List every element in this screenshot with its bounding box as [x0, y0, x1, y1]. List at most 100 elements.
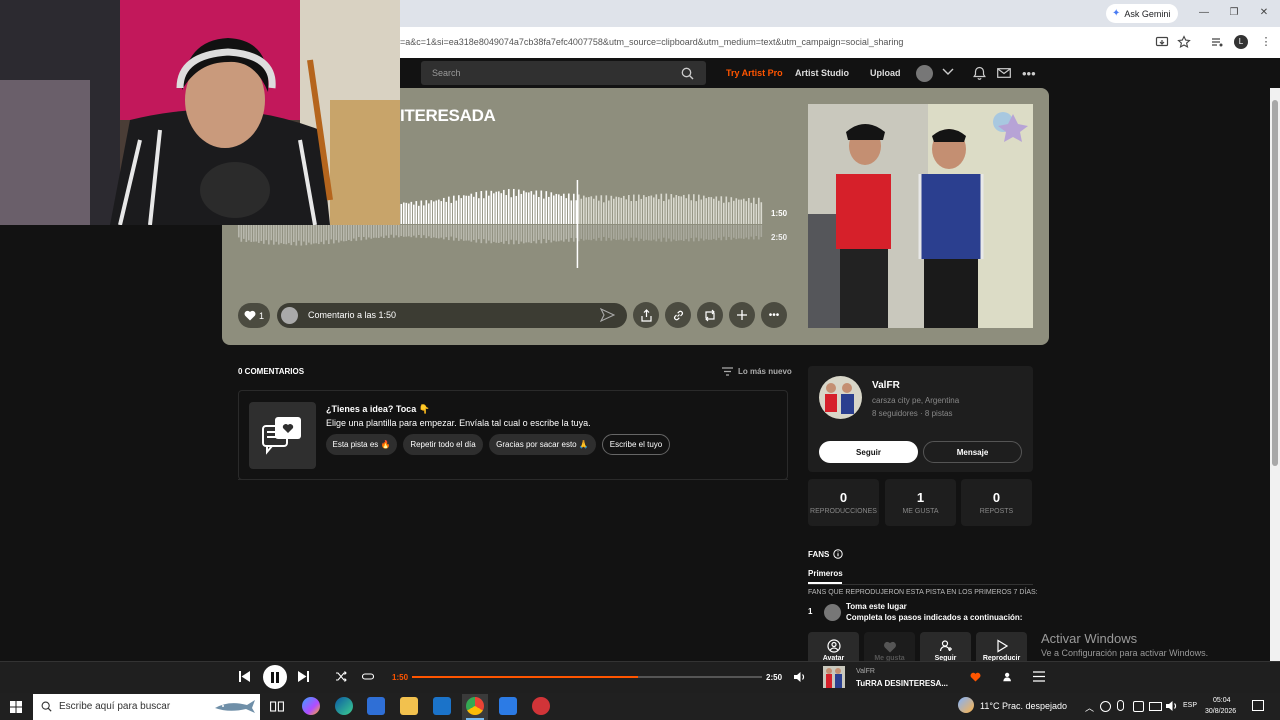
waveform-bar-reflection	[365, 225, 368, 240]
shuffle-icon[interactable]	[335, 671, 347, 682]
waveform-bar-reflection	[753, 225, 755, 240]
input-language[interactable]: ESP	[1183, 702, 1197, 709]
repeat-icon[interactable]	[362, 671, 374, 682]
waveform-bar	[540, 190, 543, 224]
artist-name[interactable]: ValFR	[872, 380, 900, 391]
waveform-bar	[418, 205, 420, 224]
camera-privacy-icon[interactable]	[1133, 701, 1144, 712]
install-app-icon[interactable]	[1155, 35, 1169, 49]
waveform-bar	[498, 191, 500, 224]
add-to-playlist-button[interactable]	[729, 302, 755, 328]
messages-mail-icon[interactable]	[997, 68, 1011, 78]
write-your-own-chip[interactable]: Escribe el tuyo	[602, 434, 670, 455]
clock-time[interactable]: 05:04	[1213, 697, 1231, 704]
close-window-button[interactable]: ✕	[1257, 6, 1271, 20]
windows-start-icon[interactable]	[10, 701, 22, 713]
more-menu-icon[interactable]: •••	[1022, 66, 1036, 81]
previous-track-icon[interactable]	[238, 670, 251, 683]
send-comment-icon[interactable]	[600, 308, 615, 322]
ask-gemini-button[interactable]: ✦ Ask Gemini	[1106, 4, 1179, 23]
sort-comments-button[interactable]: Lo más nuevo	[722, 367, 792, 376]
player-like-icon[interactable]	[970, 672, 981, 682]
notifications-bell-icon[interactable]	[973, 66, 986, 80]
message-button[interactable]: Mensaje	[923, 441, 1022, 463]
waveform-bar	[508, 189, 510, 224]
player-current-time: 1:50	[392, 673, 409, 682]
repost-button[interactable]	[697, 302, 723, 328]
chrome-browser-icon[interactable]	[466, 697, 484, 715]
try-artist-pro-link[interactable]: Try Artist Pro	[726, 68, 783, 78]
weather-icon[interactable]	[958, 697, 974, 713]
task-view-icon[interactable]	[270, 700, 284, 713]
url-text[interactable]: =a&c=1&si=ea318e8049074a7cb38fa7efc40077…	[400, 37, 903, 47]
like-button[interactable]: 1	[238, 303, 270, 328]
template-chip-thanks[interactable]: Gracias por sacar esto 🙏	[489, 434, 596, 455]
step-like-tile[interactable]: Me gusta	[864, 632, 915, 662]
scrollbar-thumb[interactable]	[1272, 100, 1278, 466]
restore-window-button[interactable]: ❐	[1227, 6, 1241, 20]
clock-date[interactable]: 30/8/2026	[1205, 708, 1236, 715]
artist-avatar[interactable]	[819, 376, 862, 419]
show-hidden-icons-chevron-icon[interactable]: ︿	[1085, 701, 1094, 714]
step-follow-tile[interactable]: Seguir	[920, 632, 971, 662]
player-artist[interactable]: ValFR	[856, 668, 875, 675]
waveform-bar-reflection	[500, 225, 503, 242]
waveform-bar	[695, 201, 698, 224]
more-options-button[interactable]: •••	[761, 302, 787, 328]
player-artwork[interactable]	[823, 666, 845, 688]
browser-menu-icon[interactable]: ⋮	[1259, 35, 1273, 49]
network-icon[interactable]	[1149, 702, 1162, 711]
mail-app-icon[interactable]	[433, 697, 451, 715]
waveform-bar-reflection	[430, 225, 433, 239]
copy-link-button[interactable]	[665, 302, 691, 328]
search-icon[interactable]	[681, 67, 694, 80]
store-app-icon[interactable]	[367, 697, 385, 715]
player-track-title[interactable]: TuRRA DESINTERESA...	[856, 679, 948, 688]
volume-icon[interactable]	[793, 671, 806, 683]
waveform-bar-reflection	[395, 225, 398, 236]
copilot-app-icon[interactable]	[302, 697, 320, 715]
search-input[interactable]	[421, 61, 706, 85]
user-avatar[interactable]	[916, 65, 933, 82]
weather-text[interactable]: 11°C Prac. despejado	[980, 701, 1067, 711]
comments-count: 0 COMENTARIOS	[238, 367, 305, 376]
waveform-bar-reflection	[630, 225, 633, 238]
bookmark-star-icon[interactable]	[1177, 35, 1191, 49]
notifications-center-icon[interactable]	[1252, 700, 1264, 711]
speaker-icon[interactable]	[1165, 700, 1178, 712]
template-chip-fire[interactable]: Esta pista es 🔥	[326, 434, 397, 455]
waveform-bar	[503, 189, 505, 224]
artist-studio-link[interactable]: Artist Studio	[795, 68, 849, 78]
step-avatar-tile[interactable]: Avatar	[808, 632, 859, 662]
pause-button[interactable]	[263, 665, 287, 689]
queue-icon[interactable]	[1033, 671, 1045, 682]
upload-link[interactable]: Upload	[870, 68, 901, 78]
waveform-bar-reflection	[323, 225, 325, 245]
photos-app-icon[interactable]	[499, 697, 517, 715]
waveform-bar-reflection	[555, 225, 558, 242]
media-controls-icon[interactable]	[1210, 35, 1224, 49]
waveform-bar	[705, 198, 708, 224]
waveform-bar-reflection	[640, 225, 643, 239]
waveform-bar-reflection	[625, 225, 628, 239]
onedrive-sync-icon[interactable]	[1100, 701, 1111, 712]
microphone-icon[interactable]	[1117, 700, 1124, 711]
media-app-icon[interactable]	[532, 697, 550, 715]
chevron-down-icon[interactable]	[942, 68, 954, 76]
waveform-bar	[433, 201, 435, 224]
template-chip-repeat[interactable]: Repetir todo el día	[403, 434, 483, 455]
waveform-bar	[468, 195, 470, 224]
follow-button[interactable]: Seguir	[819, 441, 918, 463]
tab-first-fans[interactable]: Primeros	[808, 569, 843, 578]
minimize-window-button[interactable]: —	[1197, 6, 1211, 20]
stat-reposts: 0 REPOSTS	[961, 479, 1032, 526]
waveform-bar-reflection	[748, 225, 750, 240]
share-button[interactable]	[633, 302, 659, 328]
profile-avatar[interactable]: L	[1234, 35, 1248, 49]
step-play-tile[interactable]: Reproducir	[976, 632, 1027, 662]
file-explorer-icon[interactable]	[400, 697, 418, 715]
player-follow-icon[interactable]	[1002, 671, 1014, 683]
waveform-bar-reflection	[713, 225, 715, 239]
next-track-icon[interactable]	[297, 670, 310, 683]
edge-browser-icon[interactable]	[335, 697, 353, 715]
